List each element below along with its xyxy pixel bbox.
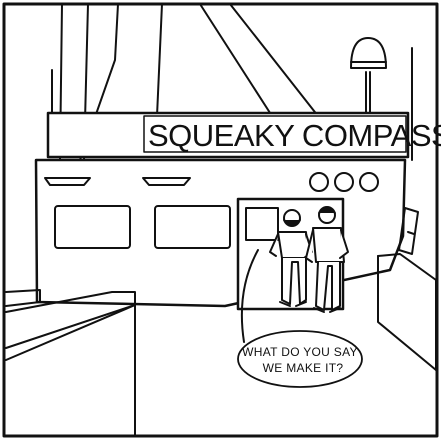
speech-line-1: WHAT DO YOU SAY	[242, 345, 358, 359]
mast-lamp	[350, 37, 387, 113]
boat-name-text: SQUEAKY COMPASS	[148, 118, 441, 153]
speech-line-2: WE MAKE IT?	[263, 361, 344, 375]
comic-panel: SQUEAKY COMPASS WHAT DO YOU SAY WE MAKE …	[0, 0, 441, 440]
cabin	[34, 158, 407, 308]
comic-illustration: SQUEAKY COMPASS WHAT DO YOU SAY WE MAKE …	[2, 2, 441, 438]
boat-name-sign: SQUEAKY COMPASS	[46, 111, 441, 159]
